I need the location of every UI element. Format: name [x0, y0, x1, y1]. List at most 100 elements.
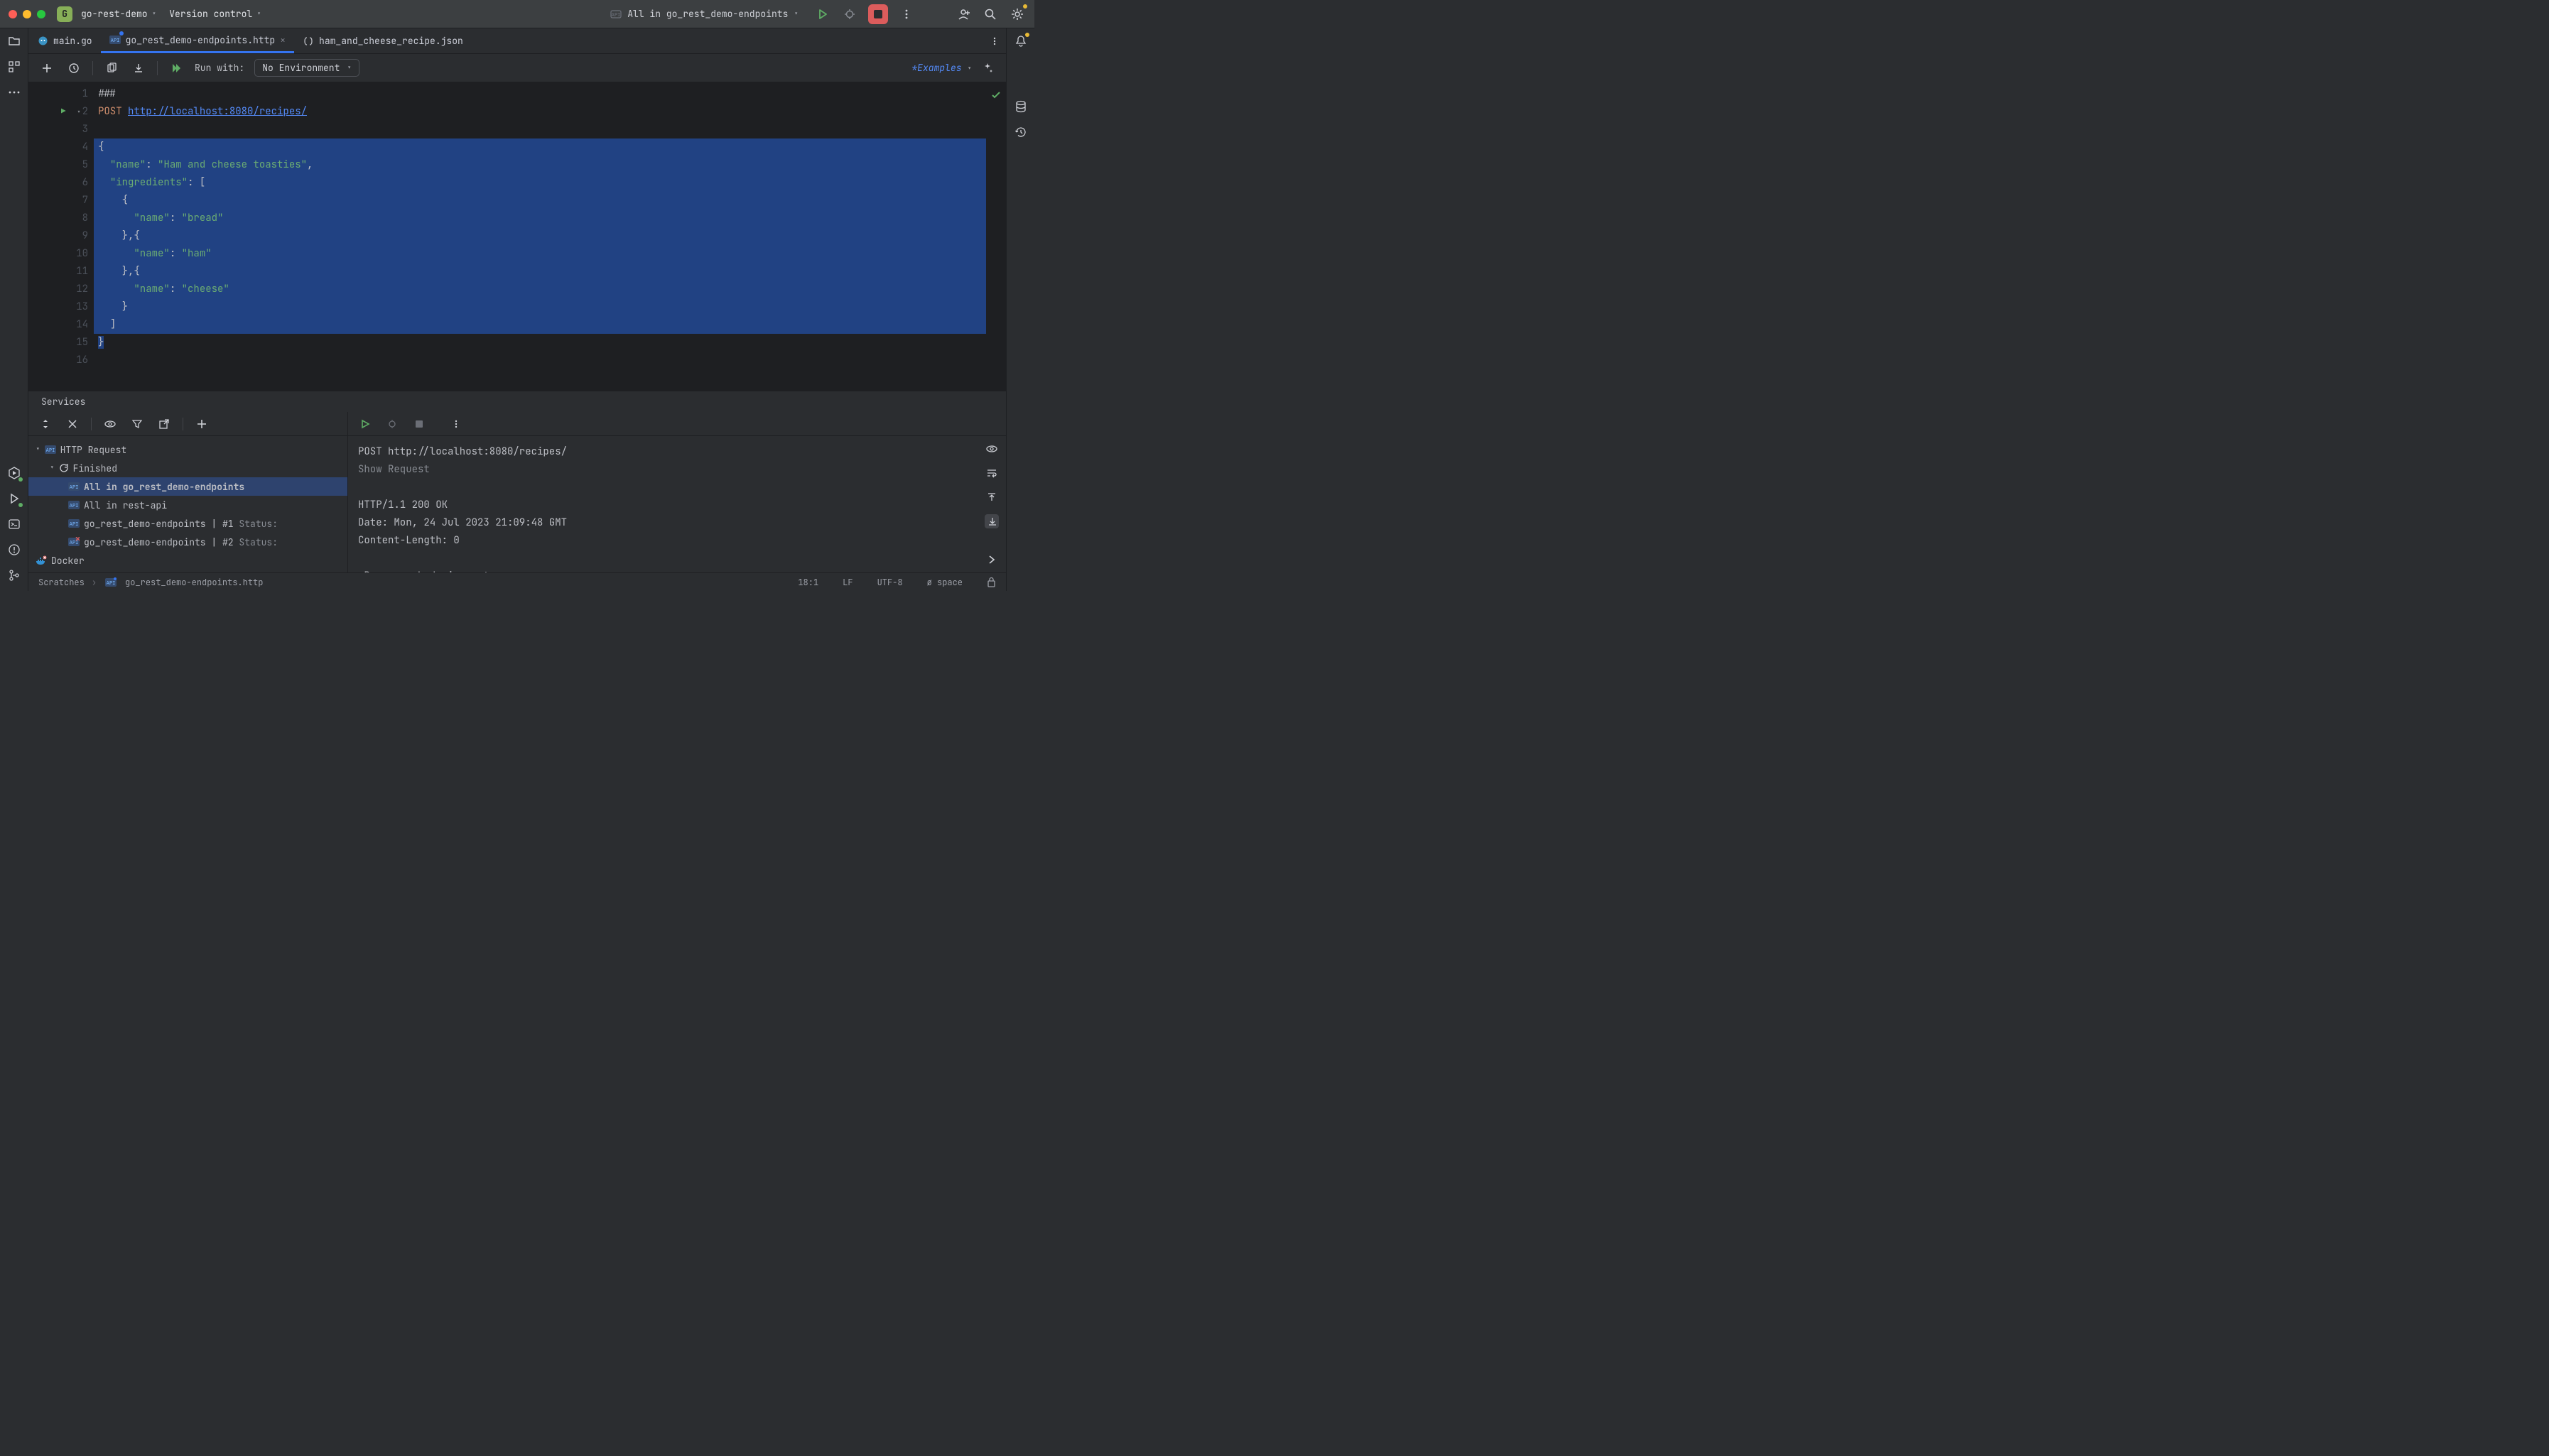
close-window-button[interactable]	[9, 10, 17, 18]
search-button[interactable]	[982, 6, 999, 23]
run-tool-icon[interactable]	[7, 491, 21, 506]
more-tools-icon[interactable]	[7, 85, 21, 99]
code-with-me-button[interactable]	[955, 6, 972, 23]
tab-close-button[interactable]: ×	[280, 34, 286, 46]
code-editor[interactable]: 1 ▶▾2 3 4 5 6 7 8 9 10 11 12 13 14 15 16…	[28, 82, 1006, 391]
output-stop-button[interactable]	[411, 415, 428, 433]
debug-button[interactable]	[841, 6, 858, 23]
chevron-down-icon: ▾	[794, 9, 799, 19]
breadcrumb-file[interactable]: go_rest_demo-endpoints.http	[125, 577, 263, 588]
services-output[interactable]: POST http://localhost:8080/recipes/ Show…	[348, 436, 978, 572]
notifications-icon[interactable]	[1014, 34, 1028, 48]
right-tool-rail	[1006, 28, 1034, 591]
inspections-ok-icon[interactable]	[990, 89, 1002, 101]
editor-content[interactable]: ### POST http://localhost:8080/recipes/ …	[94, 82, 986, 391]
chevron-down-icon: ▾	[347, 63, 352, 73]
run-gutter-icon[interactable]: ▶	[61, 103, 66, 121]
minimize-window-button[interactable]	[23, 10, 31, 18]
ai-assist-button[interactable]	[979, 60, 996, 77]
scroll-down-icon[interactable]	[985, 514, 999, 528]
svg-text:API: API	[70, 503, 79, 509]
file-encoding[interactable]: UTF-8	[877, 577, 903, 588]
tree-item-endpoints-2[interactable]: API go_rest_demo-endpoints | #2 Status:	[28, 533, 347, 551]
services-tree[interactable]: ▾ API HTTP Request ▾ Finished API All in…	[28, 436, 347, 572]
terminal-tool-icon[interactable]	[7, 517, 21, 531]
show-request-link[interactable]: Show Request	[358, 463, 430, 476]
project-tool-icon[interactable]	[7, 34, 21, 48]
cursor-position[interactable]: 18:1	[798, 577, 818, 588]
structure-tool-icon[interactable]	[7, 60, 21, 74]
environment-selector[interactable]: No Environment ▾	[254, 59, 359, 77]
node-label: go_rest_demo-endpoints | #2 Status:	[84, 536, 278, 548]
history-button[interactable]	[65, 60, 82, 77]
tree-node-docker[interactable]: Docker	[28, 551, 347, 570]
tree-node-finished[interactable]: ▾ Finished	[28, 459, 347, 477]
runwith-label: Run with:	[195, 62, 244, 74]
tree-item-all-endpoints[interactable]: API All in go_rest_demo-endpoints	[28, 477, 347, 496]
readonly-lock-icon[interactable]	[987, 577, 996, 587]
chevron-down-icon: ▾	[50, 463, 55, 473]
environment-value: No Environment	[262, 62, 340, 74]
chevron-down-icon: ▾	[256, 9, 261, 19]
tabs-more-button[interactable]	[983, 28, 1006, 53]
open-button[interactable]	[156, 415, 173, 433]
tab-endpoints-http[interactable]: API go_rest_demo-endpoints.http ×	[101, 28, 294, 53]
node-label: HTTP Request	[60, 444, 127, 456]
run-all-button[interactable]	[168, 60, 185, 77]
close-button[interactable]	[64, 415, 81, 433]
stop-button[interactable]	[868, 4, 888, 24]
vcs-dropdown[interactable]: Version control ▾	[169, 8, 261, 20]
more-actions-button[interactable]	[898, 6, 915, 23]
project-name-label: go-rest-demo	[81, 8, 148, 20]
indent-config[interactable]: ø space	[927, 577, 963, 588]
tree-node-http-request[interactable]: ▾ API HTTP Request	[28, 440, 347, 459]
project-chooser[interactable]: G go-rest-demo ▾	[57, 6, 156, 22]
output-right-rail	[978, 436, 1006, 572]
settings-button[interactable]	[1009, 6, 1026, 23]
tree-item-all-rest-api[interactable]: API All in rest-api	[28, 496, 347, 514]
node-label: All in rest-api	[84, 499, 167, 511]
breadcrumb-root[interactable]: Scratches	[38, 577, 85, 588]
left-tool-rail	[0, 28, 28, 591]
expand-collapse-button[interactable]	[37, 415, 54, 433]
output-run-button[interactable]	[357, 415, 374, 433]
filter-button[interactable]	[129, 415, 146, 433]
fold-icon[interactable]: ▾	[77, 103, 81, 121]
copy-button[interactable]	[103, 60, 120, 77]
services-tool-icon[interactable]	[7, 466, 21, 480]
run-config-selector[interactable]: API All in go_rest_demo-endpoints ▾	[605, 5, 804, 23]
import-button[interactable]	[130, 60, 147, 77]
services-output-toolbar	[348, 412, 1006, 436]
add-service-button[interactable]	[193, 415, 210, 433]
tab-main-go[interactable]: main.go	[28, 28, 101, 53]
wrap-icon[interactable]	[985, 466, 999, 480]
output-more-button[interactable]	[448, 415, 465, 433]
tab-recipe-json[interactable]: ham_and_cheese_recipe.json	[294, 28, 472, 53]
database-tool-icon[interactable]	[1014, 99, 1028, 114]
node-label: go_rest_demo-endpoints | #1 Status:	[84, 518, 278, 530]
history-tool-icon[interactable]	[1014, 125, 1028, 139]
problems-tool-icon[interactable]	[7, 543, 21, 557]
run-button[interactable]	[814, 6, 831, 23]
vcs-tool-icon[interactable]	[7, 568, 21, 582]
tab-label: ham_and_cheese_recipe.json	[319, 35, 463, 47]
line-separator[interactable]: LF	[843, 577, 853, 588]
output-debug-button[interactable]	[384, 415, 401, 433]
svg-text:API: API	[70, 540, 79, 545]
status-bar: Scratches › API go_rest_demo-endpoints.h…	[28, 572, 1006, 591]
api-file-icon: API	[105, 577, 117, 587]
api-icon: API	[45, 445, 56, 455]
api-icon: API	[610, 9, 622, 20]
scroll-up-icon[interactable]	[985, 490, 999, 504]
view-icon[interactable]	[985, 442, 999, 456]
add-request-button[interactable]	[38, 60, 55, 77]
examples-link[interactable]: *Examples ▾	[911, 62, 972, 74]
svg-text:API: API	[612, 12, 621, 18]
project-badge-icon: G	[57, 6, 72, 22]
chevron-right-icon[interactable]	[985, 553, 999, 567]
refresh-icon	[59, 463, 69, 473]
tree-item-endpoints-1[interactable]: API go_rest_demo-endpoints | #1 Status:	[28, 514, 347, 533]
show-button[interactable]	[102, 415, 119, 433]
zoom-window-button[interactable]	[37, 10, 45, 18]
api-icon: API	[68, 500, 80, 510]
